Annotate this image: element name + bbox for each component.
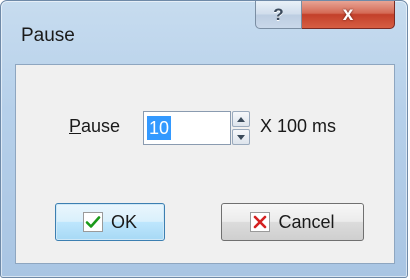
window-title: Pause	[21, 25, 75, 46]
arrow-up-icon	[237, 116, 245, 122]
checkmark-icon	[82, 212, 103, 232]
unit-label: X 100 ms	[260, 116, 337, 136]
close-button[interactable]: x	[302, 1, 395, 29]
dialog-body: Pause 10 X 100 ms OK Cancel	[15, 64, 395, 264]
pause-spinner	[232, 111, 250, 145]
pause-input[interactable]: 10	[143, 111, 231, 145]
ok-label: OK	[110, 211, 137, 232]
ok-button[interactable]: OK	[55, 203, 165, 241]
spin-down-button[interactable]	[232, 129, 250, 145]
cancel-label: Cancel	[278, 211, 335, 232]
cross-icon	[250, 212, 271, 232]
help-button[interactable]: ?	[255, 1, 302, 29]
spin-up-button[interactable]	[232, 111, 250, 127]
cancel-button[interactable]: Cancel	[221, 203, 364, 241]
close-icon: x	[342, 3, 354, 25]
pause-label-accelerator: P	[69, 116, 82, 136]
pause-value: 10	[147, 116, 172, 140]
help-icon: ?	[273, 4, 284, 24]
dialog-window: Pause ? x Pause 10 X 100 ms OK Cancel	[0, 0, 408, 278]
pause-label-rest: ause	[81, 116, 121, 136]
arrow-down-icon	[237, 134, 245, 140]
pause-label: Pause	[69, 116, 120, 137]
title-bar[interactable]: Pause ? x	[1, 1, 407, 63]
